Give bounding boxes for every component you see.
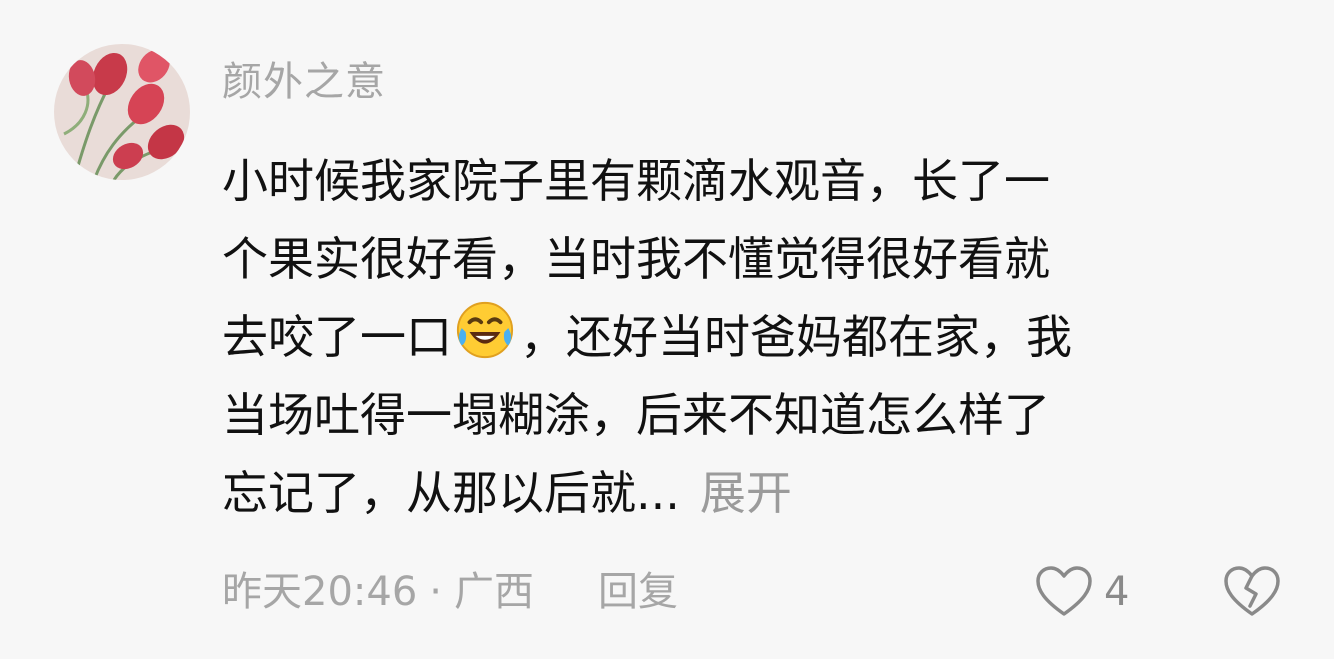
- broken-heart-icon: [1222, 564, 1282, 620]
- reply-button[interactable]: 回复: [598, 562, 678, 622]
- content-line: 当场吐得一塌糊涂，后来不知道怎么样了: [222, 388, 1050, 442]
- expand-button[interactable]: 展开: [700, 466, 792, 520]
- comment-card: 颜外之意 小时候我家院子里有颗滴水观音，长了一 个果实很好看，当时我不懂觉得很好…: [0, 0, 1334, 659]
- location: 广西: [454, 569, 534, 615]
- like-button[interactable]: 4: [1034, 560, 1129, 624]
- dislike-button[interactable]: [1222, 560, 1282, 624]
- like-count: 4: [1104, 569, 1130, 615]
- content-line: 小时候我家院子里有颗滴水观音，长了一: [222, 154, 1050, 208]
- content-line: 个果实很好看，当时我不懂觉得很好看就: [222, 232, 1050, 286]
- timestamp: 昨天20:46: [222, 569, 418, 615]
- content-text: 去咬了一口: [222, 310, 452, 364]
- comment-content: 小时候我家院子里有颗滴水观音，长了一 个果实很好看，当时我不懂觉得很好看就 去咬…: [222, 142, 1282, 532]
- content-line: 去咬了一口 ，还好当时爸妈都在家，我: [222, 298, 1282, 376]
- comment-meta: 昨天20:46 · 广西 回复: [222, 562, 678, 622]
- avatar[interactable]: [54, 44, 190, 180]
- heart-outline-icon: [1034, 564, 1094, 620]
- content-text: 忘记了，从那以后就...: [222, 466, 680, 520]
- content-line: 忘记了，从那以后就... 展开: [222, 454, 1282, 532]
- meta-separator: ·: [429, 569, 442, 615]
- content-text: ，还好当时爸妈都在家，我: [520, 310, 1072, 364]
- laughing-crying-emoji-icon: [454, 299, 516, 361]
- tulip-avatar-icon: [54, 44, 190, 180]
- username[interactable]: 颜外之意: [222, 56, 386, 108]
